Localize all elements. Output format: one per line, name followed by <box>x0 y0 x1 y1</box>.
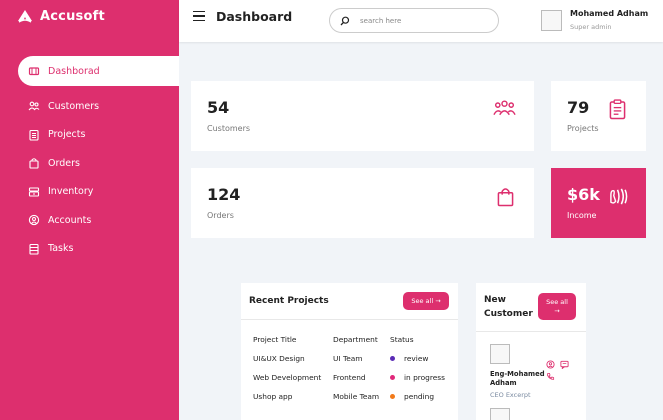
divider <box>241 319 458 320</box>
income-amount: $6k <box>567 185 600 204</box>
sidebar-item-label: Inventory <box>48 186 94 198</box>
page-title: Dashboard <box>216 9 293 24</box>
sidebar-item-inventory[interactable]: Inventory <box>0 178 179 207</box>
status-cell: review <box>390 354 453 363</box>
top-header: Dashboard Mohamed Adham Super admin <box>179 0 663 42</box>
status-dot <box>390 394 395 399</box>
projects-count: 79 <box>567 98 590 117</box>
table-row[interactable]: Web Development Frontend in progress <box>253 368 453 387</box>
projects-card[interactable]: 79 Projects <box>551 81 646 151</box>
status-text: review <box>404 354 429 363</box>
dashboard-icon <box>28 65 40 77</box>
app-frame: Accusoft Dashborad Customers Projects Or… <box>0 0 663 420</box>
table-row[interactable]: Ushop app Mobile Team pending <box>253 387 453 406</box>
customer-avatar[interactable] <box>490 344 510 364</box>
search-input[interactable] <box>360 16 480 25</box>
status-cell: in progress <box>390 373 453 382</box>
sidebar-item-accounts[interactable]: Accounts <box>0 206 179 235</box>
new-customer-title: New Customer <box>484 295 533 320</box>
see-all-projects-button[interactable]: See all → <box>403 292 449 310</box>
sidebar-item-orders[interactable]: Orders <box>0 149 179 178</box>
department-cell: Mobile Team <box>333 392 380 401</box>
income-card[interactable]: $6k Income <box>551 168 646 238</box>
sidebar-item-dashboard[interactable]: Dashborad <box>18 56 179 86</box>
phone-icon[interactable] <box>546 372 555 381</box>
project-title-cell: Ushop app <box>253 392 293 401</box>
status-text: in progress <box>404 373 445 382</box>
sidebar-item-label: Projects <box>48 129 86 141</box>
search-icon <box>340 16 350 25</box>
orders-card[interactable]: 124 Orders <box>191 168 534 238</box>
shopping-bag-icon <box>28 157 40 169</box>
status-dot <box>390 375 395 380</box>
brand-name: Accusoft <box>40 8 105 24</box>
recent-projects-panel: Recent Projects See all → Project Title … <box>241 283 458 420</box>
sidebar: Accusoft Dashborad Customers Projects Or… <box>0 0 179 420</box>
customers-card[interactable]: 54 Customers <box>191 81 534 151</box>
projects-label: Projects <box>567 124 599 133</box>
sidebar-item-label: Orders <box>48 157 80 169</box>
logo-icon <box>18 10 32 23</box>
department-cell: Frontend <box>333 373 366 382</box>
column-header-status: Status <box>390 335 414 344</box>
new-customer-panel: New Customer See all → Eng-Mohamed Adham… <box>476 283 586 420</box>
clipboard-icon <box>28 129 40 141</box>
customer-name: Eng-Mohamed Adham <box>490 370 545 388</box>
department-cell: UI Team <box>333 354 363 363</box>
customer-role: CEO Excerpt <box>490 391 531 399</box>
sidebar-item-tasks[interactable]: Tasks <box>0 235 179 264</box>
user-name: Mohamed Adham <box>570 9 649 18</box>
brand[interactable]: Accusoft <box>16 8 105 24</box>
money-icon <box>610 188 628 205</box>
orders-label: Orders <box>207 211 234 220</box>
sidebar-item-label: Dashborad <box>48 65 100 77</box>
inventory-icon <box>28 186 40 198</box>
divider <box>476 331 586 332</box>
sidebar-nav: Dashborad Customers Projects Orders Inve… <box>0 56 179 263</box>
projects-table: Project Title Department Status UI&UX De… <box>253 330 453 406</box>
users-icon <box>493 100 516 116</box>
sidebar-item-customers[interactable]: Customers <box>0 92 179 121</box>
status-text: pending <box>404 392 435 401</box>
table-header-row: Project Title Department Status <box>253 330 453 349</box>
account-circle-icon <box>28 214 40 226</box>
project-title-cell: Web Development <box>253 373 322 382</box>
clipboard-icon <box>609 99 626 120</box>
avatar[interactable] <box>541 10 562 31</box>
status-cell: pending <box>390 392 453 401</box>
sidebar-item-projects[interactable]: Projects <box>0 121 179 150</box>
customer-avatar[interactable] <box>490 408 510 420</box>
user-role: Super admin <box>570 23 612 31</box>
project-title-cell: UI&UX Design <box>253 354 305 363</box>
orders-count: 124 <box>207 185 241 204</box>
sidebar-item-label: Customers <box>48 100 100 112</box>
see-all-customers-button[interactable]: See all → <box>538 293 576 320</box>
status-dot <box>390 356 395 361</box>
message-icon[interactable] <box>560 360 569 369</box>
users-icon <box>28 100 40 112</box>
column-header-project-title: Project Title <box>253 335 297 344</box>
customers-count: 54 <box>207 98 230 117</box>
sidebar-item-label: Accounts <box>48 214 92 226</box>
search-box[interactable] <box>329 8 499 33</box>
recent-projects-title: Recent Projects <box>249 296 329 306</box>
tasks-icon <box>28 243 40 255</box>
shopping-bag-icon <box>497 188 514 207</box>
account-circle-icon[interactable] <box>546 360 555 369</box>
table-row[interactable]: UI&UX Design UI Team review <box>253 349 453 368</box>
sidebar-item-label: Tasks <box>48 243 74 255</box>
column-header-department: Department <box>333 335 378 344</box>
income-label: Income <box>567 211 597 220</box>
menu-icon[interactable] <box>193 11 205 23</box>
customers-label: Customers <box>207 124 251 133</box>
